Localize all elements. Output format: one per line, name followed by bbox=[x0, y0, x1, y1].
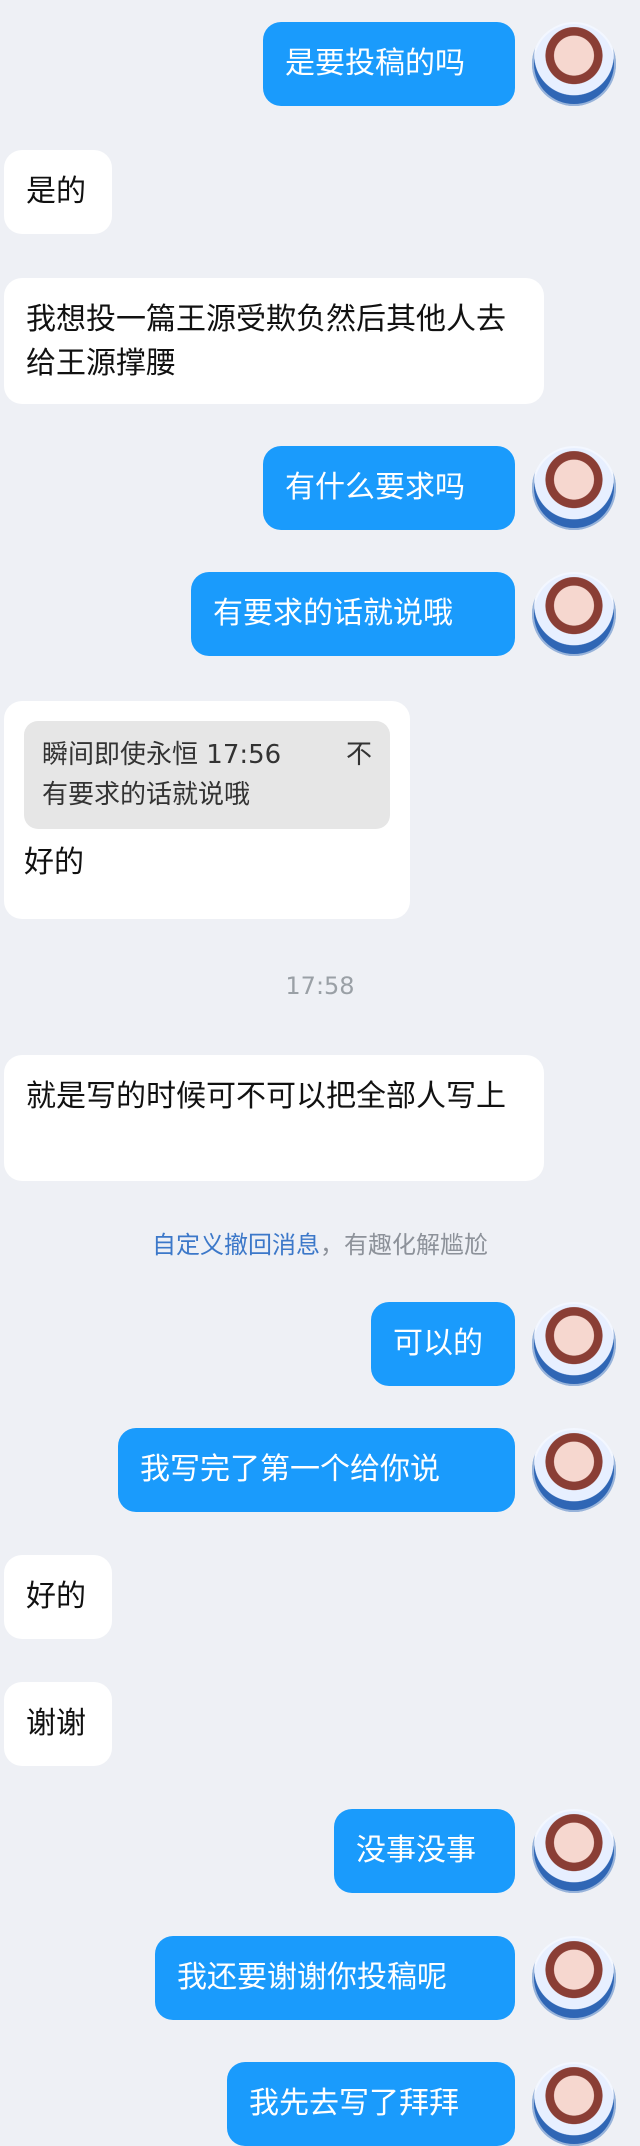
system-message-text: ，有趣化解尴尬 bbox=[320, 1231, 488, 1259]
user-avatar-icon[interactable] bbox=[532, 572, 616, 656]
user-avatar-icon[interactable] bbox=[532, 1428, 616, 1512]
incoming-message-bubble[interactable]: 是的 bbox=[4, 150, 112, 234]
quoted-time: 17:56 bbox=[206, 740, 282, 770]
incoming-message-bubble[interactable]: 好的 bbox=[4, 1555, 112, 1639]
outgoing-message-bubble[interactable]: 有要求的话就说哦 bbox=[191, 572, 515, 656]
user-avatar-icon[interactable] bbox=[532, 1936, 616, 2020]
outgoing-message-bubble[interactable]: 有什么要求吗 bbox=[263, 446, 515, 530]
user-avatar-icon[interactable] bbox=[532, 446, 616, 530]
incoming-message-bubble[interactable]: 就是写的时候可不可以把全部人写上 bbox=[4, 1055, 544, 1181]
quoted-text: 有要求的话就说哦 bbox=[42, 780, 251, 810]
system-message: 自定义撤回消息，有趣化解尴尬 bbox=[0, 1225, 640, 1260]
custom-recall-link[interactable]: 自定义撤回消息 bbox=[152, 1231, 320, 1259]
quoted-sender-name: 瞬间即使永恒 bbox=[42, 740, 199, 770]
incoming-reply-message[interactable]: 瞬间即使永恒 17:56 不 有要求的话就说哦 好的 bbox=[4, 701, 410, 919]
outgoing-message-bubble[interactable]: 我还要谢谢你投稿呢 bbox=[155, 1936, 515, 2020]
outgoing-message-bubble[interactable]: 我写完了第一个给你说 bbox=[118, 1428, 515, 1512]
quoted-message[interactable]: 瞬间即使永恒 17:56 不 有要求的话就说哦 bbox=[24, 721, 390, 829]
outgoing-message-bubble[interactable]: 可以的 bbox=[371, 1302, 515, 1386]
timestamp: 17:58 bbox=[285, 972, 355, 1000]
outgoing-message-bubble[interactable]: 我先去写了拜拜 bbox=[227, 2062, 515, 2146]
user-avatar-icon[interactable] bbox=[532, 2062, 616, 2146]
user-avatar-icon[interactable] bbox=[532, 1809, 616, 1893]
incoming-message-bubble[interactable]: 谢谢 bbox=[4, 1682, 112, 1766]
incoming-message-bubble[interactable]: 我想投一篇王源受欺负然后其他人去给王源撑腰 bbox=[4, 278, 544, 404]
reply-text: 好的 bbox=[24, 845, 84, 880]
quoted-sender-time: 瞬间即使永恒 17:56 bbox=[42, 735, 281, 775]
quote-icon: 不 bbox=[345, 740, 372, 770]
outgoing-message-bubble[interactable]: 是要投稿的吗 bbox=[263, 22, 515, 106]
outgoing-message-bubble[interactable]: 没事没事 bbox=[334, 1809, 515, 1893]
user-avatar-icon[interactable] bbox=[532, 22, 616, 106]
user-avatar-icon[interactable] bbox=[532, 1302, 616, 1386]
